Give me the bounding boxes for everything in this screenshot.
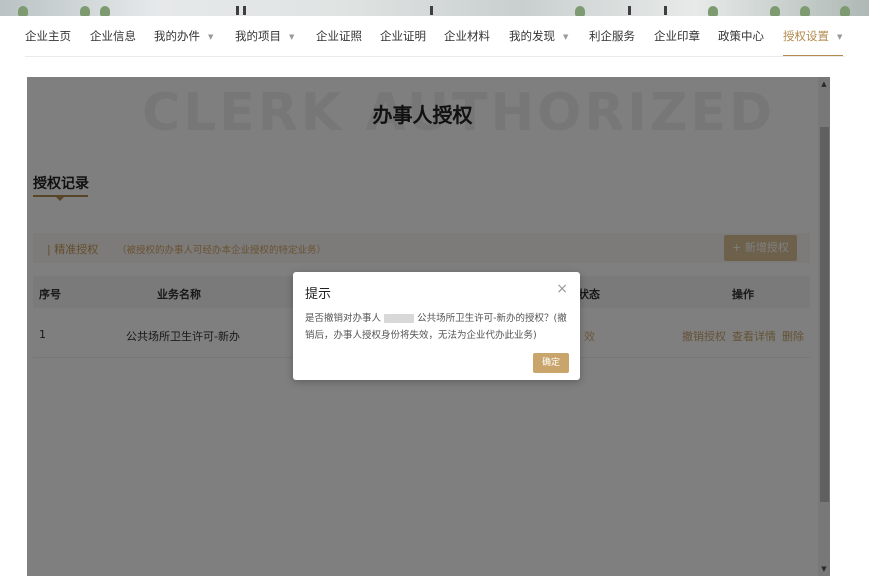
banner-tree-shape bbox=[770, 6, 780, 16]
nav-item-label: 授权设置 bbox=[783, 29, 829, 43]
banner-tree-shape bbox=[18, 6, 28, 16]
banner-tree-shape bbox=[575, 6, 585, 16]
caret-down-icon: ▼ bbox=[208, 32, 214, 41]
confirm-button[interactable]: 确定 bbox=[533, 353, 569, 373]
banner-person-shape bbox=[628, 6, 631, 15]
nav-item-label: 我的项目 bbox=[235, 29, 281, 43]
caret-down-icon: ▼ bbox=[837, 32, 843, 41]
confirm-dialog: 提示 × 是否撤销对办事人 公共场所卫生许可-新办的授权？(撤销后，办事人授权身… bbox=[293, 272, 580, 380]
nav-item-certificates[interactable]: 企业证明 bbox=[380, 28, 426, 44]
nav-item-discover[interactable]: 我的发现 ▼ bbox=[509, 28, 568, 44]
nav-item-policy[interactable]: 政策中心 bbox=[718, 28, 764, 44]
dialog-title: 提示 bbox=[305, 287, 332, 302]
caret-down-icon: ▼ bbox=[563, 32, 569, 41]
nav-item-seals[interactable]: 企业印章 bbox=[654, 28, 700, 44]
dialog-message: 是否撤销对办事人 公共场所卫生许可-新办的授权？(撤销后，办事人授权身份将失效，… bbox=[305, 310, 567, 344]
banner-person-shape bbox=[664, 6, 667, 15]
nav-item-authorization[interactable]: 授权设置 ▼ bbox=[783, 28, 842, 44]
nav-item-materials[interactable]: 企业材料 bbox=[444, 28, 490, 44]
nav-divider bbox=[25, 56, 845, 57]
nav-item-services[interactable]: 利企服务 bbox=[589, 28, 635, 44]
banner-tree-shape bbox=[708, 6, 718, 16]
nav-item-company-info[interactable]: 企业信息 bbox=[90, 28, 136, 44]
banner-person-shape bbox=[430, 6, 433, 15]
top-nav: 企业主页 企业信息 我的办件 ▼ 我的项目 ▼ 企业证照 企业证明 企业材料 我的发… bbox=[0, 16, 869, 57]
banner-person-shape bbox=[236, 6, 239, 15]
banner-tree-shape bbox=[100, 6, 110, 16]
caret-down-icon: ▼ bbox=[289, 32, 295, 41]
nav-item-my-projects[interactable]: 我的项目 ▼ bbox=[235, 28, 294, 44]
nav-item-home[interactable]: 企业主页 bbox=[25, 28, 71, 44]
masked-name bbox=[384, 314, 415, 323]
banner-tree-shape bbox=[800, 6, 810, 16]
close-icon[interactable]: × bbox=[556, 281, 568, 297]
banner-person-shape bbox=[243, 6, 246, 15]
nav-item-my-cases[interactable]: 我的办件 ▼ bbox=[154, 28, 213, 44]
banner-tree-shape bbox=[80, 6, 90, 16]
dialog-message-part: 是否撤销对办事人 bbox=[305, 313, 382, 324]
banner-tree-shape bbox=[840, 6, 850, 16]
header-banner-image bbox=[0, 0, 869, 16]
nav-item-label: 我的发现 bbox=[509, 29, 555, 43]
nav-item-label: 我的办件 bbox=[154, 29, 200, 43]
nav-item-licenses[interactable]: 企业证照 bbox=[316, 28, 362, 44]
